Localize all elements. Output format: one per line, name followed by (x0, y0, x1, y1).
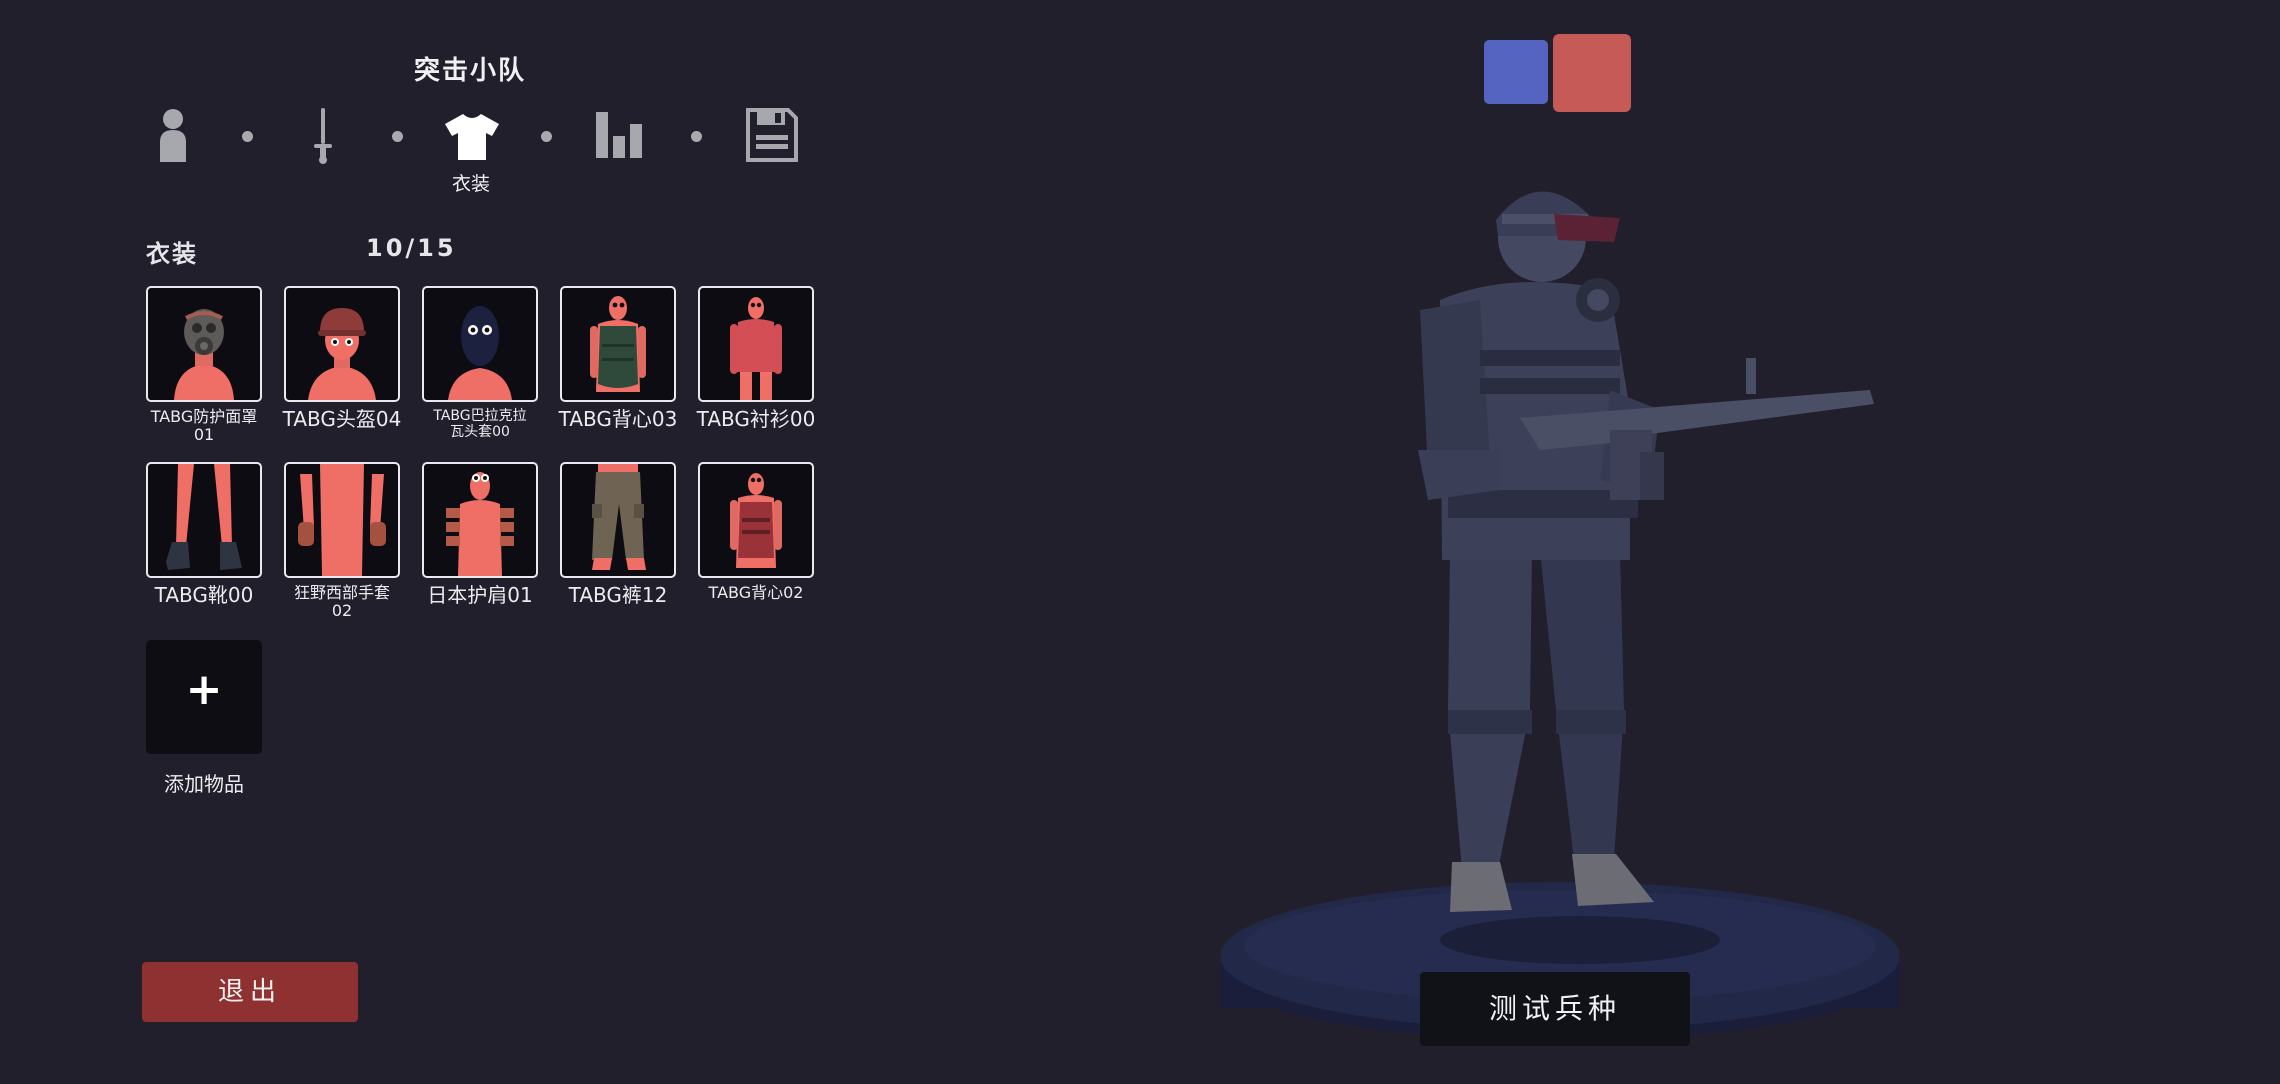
item-label: TABG裤12 (568, 583, 668, 607)
section-title: 衣装 (146, 240, 198, 268)
active-step-label: 衣装 (451, 173, 490, 195)
item-vest-red[interactable]: TABG背心02 (698, 462, 814, 602)
item-label: TABG衬衫00 (696, 407, 816, 431)
unit-preview-stage[interactable] (1180, 150, 1940, 1080)
boots-thumbnail (146, 462, 262, 578)
item-vest-green[interactable]: TABG背心03 (559, 286, 677, 431)
plus-icon: + (185, 664, 223, 715)
gloves-thumbnail (284, 462, 400, 578)
item-label: TABG背心02 (708, 583, 804, 602)
step-weapon[interactable] (310, 108, 336, 168)
soldier-model (1220, 191, 1900, 1040)
item-label: 日本护肩01 (427, 583, 533, 607)
item-label: TABG靴00 (154, 583, 254, 607)
vest-red-thumbnail (698, 462, 814, 578)
add-item-label: 添加物品 (164, 772, 244, 796)
item-gas-mask[interactable]: TABG防护面罩 01 (146, 286, 262, 445)
save-icon (746, 108, 798, 162)
balaclava-thumbnail (422, 286, 538, 402)
item-boots[interactable]: TABG靴00 (146, 462, 262, 607)
step-dot (691, 131, 702, 142)
step-unit[interactable] (156, 108, 190, 166)
item-label: TABG背心03 (558, 407, 678, 431)
step-dot (541, 131, 552, 142)
item-shirt[interactable]: TABG衬衫00 (697, 286, 815, 431)
bar-stats-icon (596, 112, 642, 158)
shirt-thumbnail (698, 286, 814, 402)
exit-button[interactable]: 退出 (142, 962, 358, 1022)
add-item-button[interactable]: + (146, 640, 262, 754)
test-unit-button[interactable]: 测试兵种 (1420, 972, 1690, 1046)
item-balaclava[interactable]: TABG巴拉克拉 瓦头套00 (422, 286, 538, 440)
squad-title: 突击小队 (413, 56, 526, 86)
pants-thumbnail (560, 462, 676, 578)
item-gloves[interactable]: 狂野西部手套 02 (284, 462, 400, 621)
step-dot (392, 131, 403, 142)
team-red-button[interactable] (1553, 34, 1631, 112)
item-label: TABG巴拉克拉 瓦头套00 (433, 408, 527, 441)
step-save[interactable] (746, 108, 798, 166)
shirt-icon (445, 114, 499, 160)
team-blue-button[interactable] (1484, 40, 1548, 104)
gas-mask-thumbnail (146, 286, 262, 402)
shoulder-guard-thumbnail (422, 462, 538, 578)
item-shoulder-guard[interactable]: 日本护肩01 (422, 462, 538, 607)
item-helmet[interactable]: TABG头盔04 (283, 286, 401, 431)
item-label: TABG防护面罩 01 (150, 407, 258, 445)
step-stats[interactable] (596, 112, 646, 162)
helmet-thumbnail (284, 286, 400, 402)
item-label: 狂野西部手套 02 (293, 583, 390, 621)
item-label: TABG头盔04 (282, 407, 402, 431)
person-icon (160, 109, 186, 162)
item-count: 10/15 (366, 234, 457, 262)
step-clothing[interactable] (445, 114, 499, 164)
sword-icon (314, 108, 332, 164)
vest-green-thumbnail (560, 286, 676, 402)
item-pants[interactable]: TABG裤12 (560, 462, 676, 607)
step-dot (242, 131, 253, 142)
